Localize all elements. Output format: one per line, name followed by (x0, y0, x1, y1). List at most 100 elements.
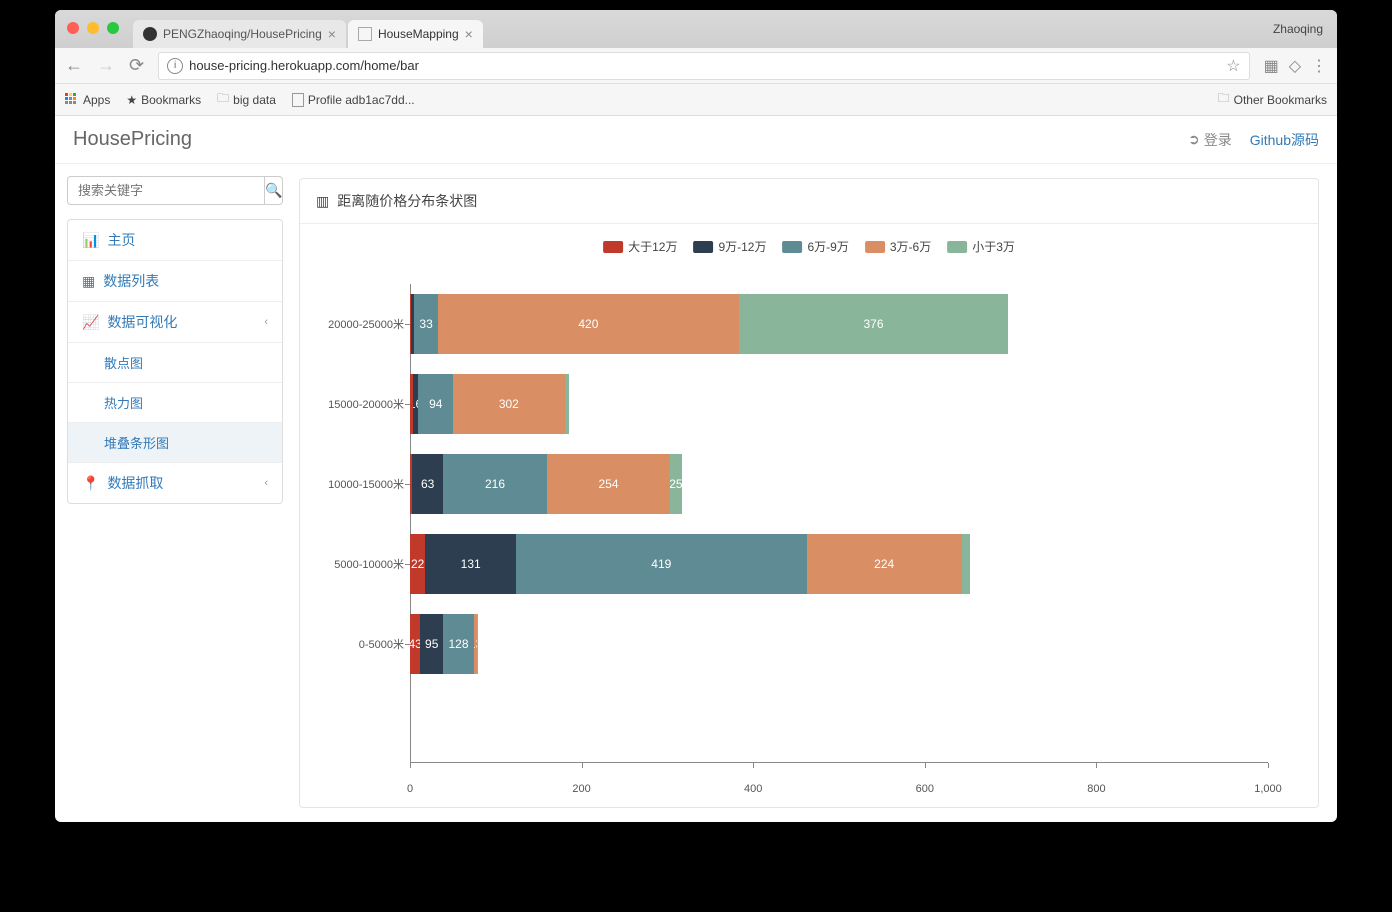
window-traffic-lights[interactable] (67, 22, 119, 34)
bar-row: 6321625425 (410, 454, 893, 514)
bar-chart-icon: ▥ (316, 193, 329, 210)
main-content: ▥ 距离随价格分布条状图 大于12万 9万-12万 6万-9万 3万-6万小于3万 0… (295, 164, 1337, 822)
bookmark-label: Profile adb1ac7dd... (308, 93, 415, 107)
bar-segment[interactable]: 302 (453, 374, 564, 434)
legend-entry[interactable]: 小于3万 (947, 238, 1015, 255)
bar-segment[interactable]: 131 (425, 534, 516, 594)
chrome-profile-name[interactable]: Zhaoqing (1273, 22, 1323, 36)
y-tick-label: 15000-20000米 (328, 396, 410, 412)
browser-tab-active[interactable]: HouseMapping × (348, 20, 483, 48)
chart-icon: 📈 (82, 314, 99, 331)
bookmark-item[interactable]: ★ Bookmarks (126, 93, 201, 107)
chrome-menu-icon[interactable]: ⋮ (1311, 56, 1327, 76)
browser-tab-strip: PENGZhaoqing/HousePricing × HouseMapping… (55, 10, 1337, 48)
bookmark-star-icon[interactable]: ☆ (1226, 56, 1240, 76)
bar-segment[interactable]: 254 (547, 454, 670, 514)
bar-segment[interactable]: 63 (412, 454, 442, 514)
bookmark-folder[interactable]: 🗀 big data (217, 89, 276, 110)
bar-segment[interactable]: 216 (443, 454, 547, 514)
site-info-icon[interactable]: i (167, 58, 183, 74)
bar-segment[interactable]: 22 (410, 534, 425, 594)
bar-segment[interactable]: 95 (420, 614, 443, 674)
browser-tab[interactable]: PENGZhaoqing/HousePricing × (133, 20, 346, 48)
app-header: HousePricing ➲ 登录 Github源码 (55, 116, 1337, 164)
sidebar-item-visualization[interactable]: 📈 数据可视化 ‹ (68, 301, 282, 342)
bar-segment[interactable]: 43 (410, 614, 420, 674)
github-source-link[interactable]: Github源码 (1250, 130, 1319, 150)
browser-window: PENGZhaoqing/HousePricing × HouseMapping… (55, 10, 1337, 822)
sidebar-sub-scatter[interactable]: 散点图 (68, 342, 282, 382)
legend-entry[interactable]: 大于12万 (603, 238, 677, 255)
extension-icon[interactable]: ▦ (1264, 56, 1279, 76)
x-tick-label: 200 (572, 783, 590, 795)
search-input[interactable] (67, 176, 264, 205)
other-bookmarks[interactable]: 🗀 Other Bookmarks (1218, 89, 1327, 110)
bar-segment[interactable]: 128 (443, 614, 474, 674)
address-bar[interactable]: i house-pricing.herokuapp.com/home/bar ☆ (158, 52, 1249, 80)
bookmark-label: big data (233, 93, 276, 107)
page-icon (292, 93, 304, 107)
back-button-icon[interactable]: ← (65, 55, 83, 76)
maximize-window-icon[interactable] (107, 22, 119, 34)
apps-shortcut[interactable]: Apps (65, 93, 110, 107)
bookmarks-bar: Apps ★ Bookmarks 🗀 big data Profile adb1… (55, 84, 1337, 116)
bar-segment[interactable]: 33 (414, 294, 438, 354)
y-tick-label: 10000-15000米 (328, 476, 410, 492)
panel-title: 距离随价格分布条状图 (337, 191, 477, 211)
bar-segment[interactable]: 376 (739, 294, 1008, 354)
search-button[interactable]: 🔍 (264, 176, 283, 205)
close-tab-icon[interactable]: × (328, 26, 336, 42)
close-window-icon[interactable] (67, 22, 79, 34)
chart-legend: 大于12万 9万-12万 6万-9万 3万-6万小于3万 (603, 238, 1015, 255)
login-link[interactable]: ➲ 登录 (1188, 130, 1232, 150)
bookmark-label: Apps (83, 93, 110, 107)
sidebar-item-crawl[interactable]: 📍 数据抓取 ‹ (68, 462, 282, 503)
login-icon: ➲ (1188, 131, 1200, 148)
search-icon: 🔍 (265, 182, 282, 198)
sidebar-item-data-list[interactable]: ▦ 数据列表 (68, 260, 282, 301)
y-tick-label: 20000-25000米 (328, 316, 410, 332)
chart-area: 大于12万9万-12万6万-9万3万-6万小于3万 02004006008001… (300, 224, 1318, 807)
brand-title[interactable]: HousePricing (73, 128, 192, 151)
app-body: 🔍 📊 主页 ▦ 数据列表 📈 数据可视化 ‹ (55, 164, 1337, 822)
bookmark-item[interactable]: Profile adb1ac7dd... (292, 93, 415, 107)
sidebar-sub-heatmap[interactable]: 热力图 (68, 382, 282, 422)
legend-label: 6万-9万 (807, 238, 848, 255)
reload-button-icon[interactable]: ⟳ (129, 55, 144, 76)
bar-segment[interactable] (565, 374, 569, 434)
legend-entry[interactable]: 3万-6万 (865, 238, 931, 255)
bar-segment[interactable]: 94 (418, 374, 453, 434)
sidebar-item-label: 数据抓取 (107, 473, 163, 493)
page-favicon-icon (358, 27, 372, 41)
bar-segment[interactable] (962, 534, 970, 594)
bookmark-label: Other Bookmarks (1234, 93, 1327, 107)
apps-grid-icon (65, 93, 76, 107)
legend-entry[interactable]: 6万-9万 (782, 238, 848, 255)
folder-icon: 🗀 (1218, 89, 1230, 110)
table-icon: ▦ (82, 273, 95, 290)
url-text: house-pricing.herokuapp.com/home/bar (189, 58, 419, 73)
panel-heading: ▥ 距离随价格分布条状图 (300, 179, 1318, 224)
sidebar-sub-stacked-bar[interactable]: 堆叠条形图 (68, 422, 282, 462)
legend-swatch-icon (782, 241, 802, 253)
sidebar-menu: 📊 主页 ▦ 数据列表 📈 数据可视化 ‹ 散点图 热力图 堆叠条形图 (67, 219, 283, 504)
bar-segment[interactable]: 25 (670, 454, 682, 514)
x-tick-label: 400 (744, 783, 762, 795)
legend-swatch-icon (693, 241, 713, 253)
bar-segment[interactable]: 419 (516, 534, 806, 594)
minimize-window-icon[interactable] (87, 22, 99, 34)
legend-entry[interactable]: 9万-12万 (693, 238, 766, 255)
legend-swatch-icon (865, 241, 885, 253)
extension-shield-icon[interactable]: ◇ (1289, 56, 1301, 76)
extension-icons: ▦ ◇ ⋮ (1264, 56, 1327, 76)
sidebar-item-label: 主页 (107, 230, 135, 250)
bar-segment[interactable]: 420 (438, 294, 739, 354)
folder-icon: 🗀 (217, 89, 229, 110)
bar-segment[interactable]: 224 (807, 534, 962, 594)
bar-row: 33420376 (410, 294, 1126, 354)
close-tab-icon[interactable]: × (465, 26, 473, 42)
chevron-left-icon: ‹ (264, 477, 268, 489)
y-tick-label: 0-5000米 (359, 636, 410, 652)
sidebar-item-label: 数据列表 (103, 271, 159, 291)
sidebar-item-home[interactable]: 📊 主页 (68, 220, 282, 260)
